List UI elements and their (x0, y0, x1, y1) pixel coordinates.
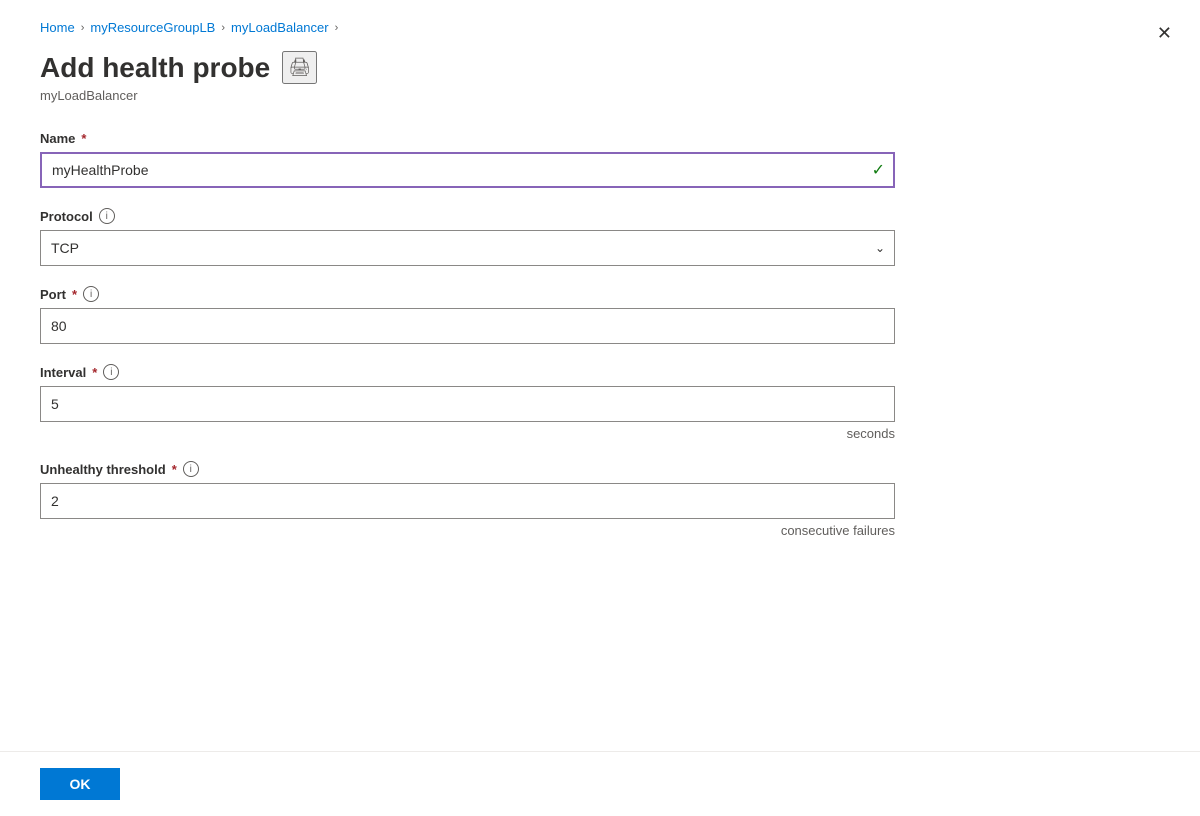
name-field-group: Name * ✓ (40, 131, 940, 188)
form: Name * ✓ Protocol i TCP HTTP HTTPS ⌄ (40, 131, 940, 538)
breadcrumb-home[interactable]: Home (40, 20, 75, 35)
unhealthy-threshold-label: Unhealthy threshold * i (40, 461, 940, 477)
name-label: Name * (40, 131, 940, 146)
unhealthy-threshold-info-icon[interactable]: i (183, 461, 199, 477)
ok-button[interactable]: OK (40, 768, 120, 800)
protocol-select[interactable]: TCP HTTP HTTPS (40, 230, 895, 266)
protocol-info-icon[interactable]: i (99, 208, 115, 224)
interval-info-icon[interactable]: i (103, 364, 119, 380)
page-title: Add health probe (40, 52, 270, 84)
port-label: Port * i (40, 286, 940, 302)
port-required-star: * (72, 287, 77, 302)
unhealthy-threshold-hint: consecutive failures (40, 523, 895, 538)
interval-required-star: * (92, 365, 97, 380)
protocol-field-group: Protocol i TCP HTTP HTTPS ⌄ (40, 208, 940, 266)
breadcrumb-load-balancer[interactable]: myLoadBalancer (231, 20, 329, 35)
protocol-label: Protocol i (40, 208, 940, 224)
footer-bar: OK (0, 751, 1200, 816)
interval-input[interactable] (40, 386, 895, 422)
name-input-wrapper: ✓ (40, 152, 895, 188)
close-icon: ✕ (1157, 23, 1172, 43)
breadcrumb: Home › myResourceGroupLB › myLoadBalance… (40, 20, 1160, 35)
interval-label: Interval * i (40, 364, 940, 380)
unhealthy-threshold-required-star: * (172, 462, 177, 477)
breadcrumb-sep-2: › (221, 22, 225, 34)
unhealthy-threshold-input[interactable] (40, 483, 895, 519)
port-info-icon[interactable]: i (83, 286, 99, 302)
breadcrumb-sep-1: › (81, 22, 85, 34)
interval-hint: seconds (40, 426, 895, 441)
protocol-select-wrapper: TCP HTTP HTTPS ⌄ (40, 230, 895, 266)
subtitle: myLoadBalancer (40, 88, 1160, 103)
breadcrumb-resource-group[interactable]: myResourceGroupLB (90, 20, 215, 35)
page-header: Add health probe 🖨 (40, 51, 1160, 84)
close-button[interactable]: ✕ (1153, 20, 1176, 46)
name-check-icon: ✓ (872, 160, 885, 180)
port-field-group: Port * i (40, 286, 940, 344)
interval-field-group: Interval * i seconds (40, 364, 940, 441)
name-input[interactable] (40, 152, 895, 188)
name-required-star: * (81, 131, 86, 146)
port-input[interactable] (40, 308, 895, 344)
breadcrumb-sep-3: › (335, 22, 339, 34)
print-icon: 🖨 (288, 57, 311, 77)
print-button[interactable]: 🖨 (282, 51, 317, 84)
unhealthy-threshold-field-group: Unhealthy threshold * i consecutive fail… (40, 461, 940, 538)
